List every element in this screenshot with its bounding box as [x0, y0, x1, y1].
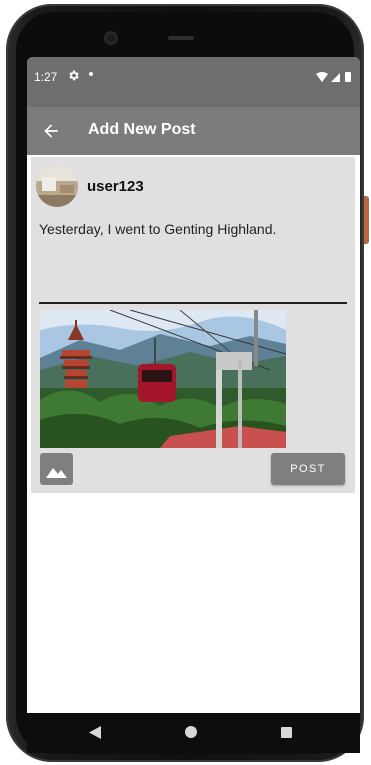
power-button — [364, 196, 369, 244]
post-text-input[interactable]: Yesterday, I went to Genting Highland. — [39, 221, 276, 237]
settings-icon — [67, 69, 80, 85]
username: user123 — [87, 178, 144, 195]
image-icon — [46, 468, 67, 478]
app-bar: Add New Post — [27, 107, 360, 155]
signal-icon — [331, 73, 340, 82]
post-button[interactable]: POST — [271, 453, 345, 485]
arrow-left-icon[interactable] — [41, 121, 61, 141]
add-image-button[interactable] — [40, 453, 73, 485]
recents-square-icon[interactable] — [281, 727, 292, 738]
system-nav-bar — [27, 713, 360, 753]
text-input-underline — [39, 302, 347, 304]
home-circle-icon[interactable] — [185, 726, 197, 738]
battery-icon — [345, 72, 351, 82]
app-screen: 1:27 Add New Post user123 Yesterday, I w… — [27, 57, 360, 713]
notification-dot-icon — [89, 72, 93, 76]
new-post-card: user123 Yesterday, I went to Genting Hig… — [31, 157, 355, 493]
wifi-icon — [316, 72, 328, 82]
avatar[interactable] — [36, 165, 78, 207]
front-camera — [104, 31, 118, 45]
earpiece-speaker — [168, 36, 194, 40]
status-time: 1:27 — [34, 70, 58, 84]
post-image-preview[interactable] — [40, 310, 286, 448]
back-triangle-icon[interactable] — [89, 726, 101, 744]
status-indicators — [316, 70, 354, 88]
status-bar: 1:27 — [27, 57, 360, 107]
page-title: Add New Post — [88, 121, 196, 138]
